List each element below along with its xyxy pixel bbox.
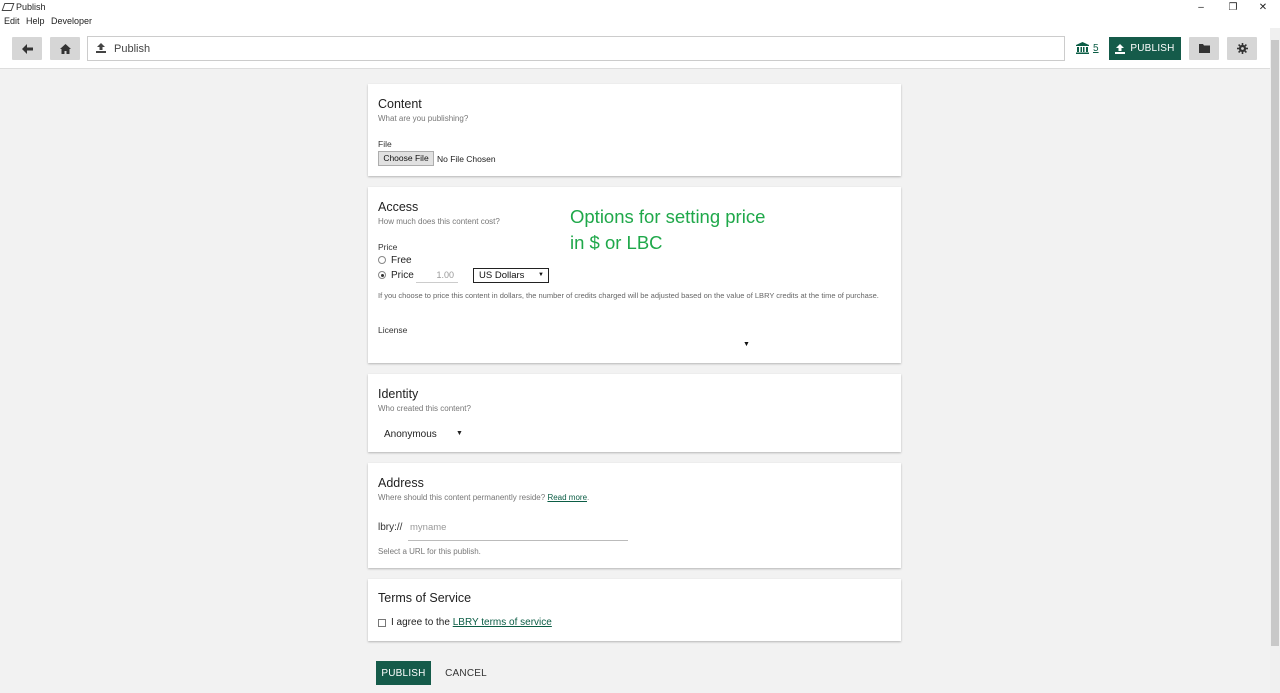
address-bar[interactable]: Publish [87,36,1065,61]
scrollbar-thumb[interactable] [1271,40,1279,646]
upload-icon [96,43,106,53]
content-subtitle: What are you publishing? [378,114,469,123]
radio-free[interactable] [378,256,386,264]
price-options-annotation: Options for setting price in $ or LBC [570,204,765,256]
content-card: Content What are you publishing? File Ch… [368,84,901,176]
lbry-name-input[interactable]: myname [408,519,628,541]
caret-down-icon: ▼ [538,272,544,278]
tos-title: Terms of Service [378,591,472,605]
currency-select[interactable]: US Dollars ▼ [473,268,549,283]
annotation-line-1: Options for setting price [570,206,766,227]
address-card: Address Where should this content perman… [368,463,901,568]
menu-bar: Edit Help Developer [0,15,1280,28]
minimize-button[interactable]: – [1186,0,1216,15]
menu-help[interactable]: Help [26,16,45,26]
access-subtitle: How much does this content cost? [378,217,500,226]
home-button[interactable] [50,37,80,60]
no-file-text: No File Chosen [437,154,496,164]
close-button[interactable]: ✕ [1248,0,1278,15]
balance-value: 5 [1093,42,1099,54]
radio-price[interactable] [378,271,386,279]
license-label: License [378,325,408,335]
header-publish-button[interactable]: PUBLISH [1109,37,1181,60]
address-subtitle-text: Where should this content permanently re… [378,493,546,502]
access-title: Access [378,200,419,214]
tos-agree[interactable]: I agree to the LBRY terms of service [391,617,552,628]
price-input[interactable]: 1.00 [416,270,458,283]
upload-icon [1115,43,1126,54]
tos-checkbox[interactable] [378,619,386,627]
app-header: Publish 5 PUBLISH [0,28,1270,69]
tos-card: Terms of Service I agree to the LBRY ter… [368,579,901,641]
address-subtitle-end: . [587,493,590,502]
folder-icon [1198,44,1210,53]
tos-agree-text: I agree to the [391,617,453,628]
window-titlebar: Publish – ❐ ✕ [0,0,1280,15]
address-help: Select a URL for this publish. [378,547,481,556]
identity-title: Identity [378,387,419,401]
currency-value: US Dollars [479,270,525,281]
settings-button[interactable] [1227,37,1257,60]
license-select-caret-icon[interactable]: ▼ [743,341,750,348]
tos-link[interactable]: LBRY terms of service [453,617,552,628]
restore-button[interactable]: ❐ [1218,0,1248,15]
price-note: If you choose to price this content in d… [378,291,879,300]
identity-card: Identity Who created this content? Anony… [368,374,901,452]
choose-file-button[interactable]: Choose File [378,151,434,166]
address-title: Address [378,476,424,490]
radio-free-label[interactable]: Free [391,255,412,266]
downloads-button[interactable] [1189,37,1219,60]
price-label: Price [378,242,398,252]
gear-icon [1236,43,1248,54]
cancel-button[interactable]: CANCEL [445,661,487,685]
bank-icon [1076,42,1089,54]
lbry-prefix: lbry:// [378,522,403,533]
window-title: Publish [16,2,46,12]
caret-down-icon[interactable]: ▼ [456,430,463,437]
file-label: File [378,139,392,149]
content-title: Content [378,97,422,111]
address-text: Publish [114,43,151,55]
wallet-balance[interactable]: 5 [1076,42,1099,54]
annotation-line-2: in $ or LBC [570,232,663,253]
publish-button[interactable]: PUBLISH [376,661,431,685]
menu-developer[interactable]: Developer [51,16,92,26]
menu-edit[interactable]: Edit [4,16,20,26]
radio-price-label[interactable]: Price [391,270,414,281]
address-subtitle: Where should this content permanently re… [378,493,589,502]
app-icon [1,3,15,11]
back-button[interactable] [12,37,42,60]
home-icon [59,43,71,54]
read-more-link[interactable]: Read more [547,493,587,502]
identity-subtitle: Who created this content? [378,404,471,413]
identity-select[interactable]: Anonymous [384,429,437,440]
header-publish-label: PUBLISH [1130,43,1175,54]
arrow-left-icon [21,43,33,54]
